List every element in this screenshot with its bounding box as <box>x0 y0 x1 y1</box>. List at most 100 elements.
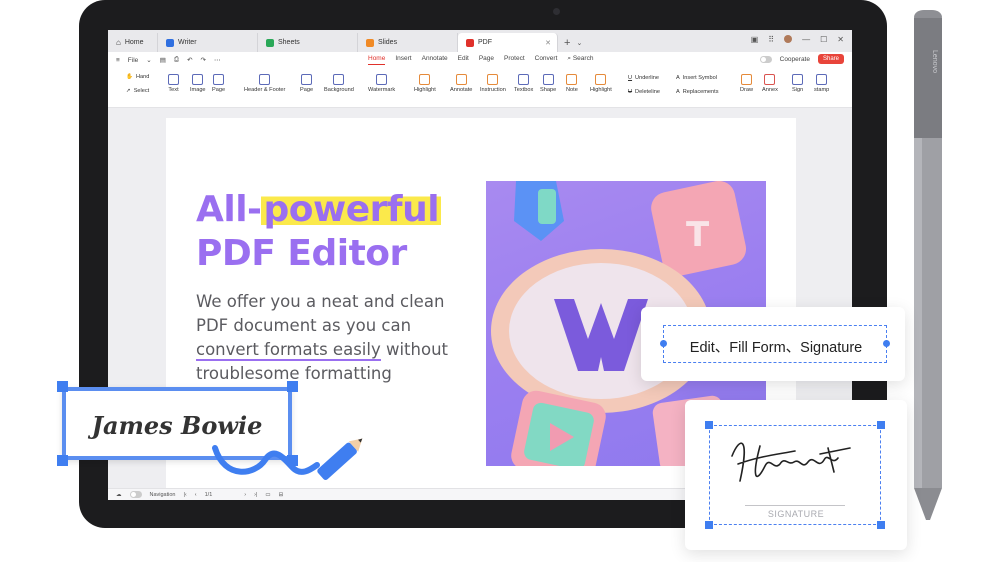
selection-handle[interactable] <box>660 340 667 347</box>
highlight-tool[interactable]: Highlight <box>414 74 436 93</box>
t-glyph-icon: T <box>686 215 710 255</box>
resize-handle[interactable] <box>57 381 68 392</box>
replacements-tool[interactable]: A Replacements <box>676 89 719 95</box>
paperclip-icon <box>764 74 776 85</box>
draw-tool[interactable]: Draw <box>740 74 753 93</box>
body-paragraph: We offer you a neat and clean PDF docume… <box>196 290 486 386</box>
signature-selection-box[interactable]: SIGNATURE <box>709 425 881 525</box>
text-icon <box>168 74 179 85</box>
undo-icon[interactable]: ↶ <box>187 56 192 64</box>
sign-tool[interactable]: Sign <box>792 74 803 93</box>
textbox-tool[interactable]: Textbox <box>514 74 533 93</box>
sign-label: Sign <box>792 87 804 93</box>
resize-handle[interactable] <box>877 421 885 429</box>
highlight-label: Highlight <box>590 87 612 93</box>
tab-pdf[interactable]: PDF ✕ <box>458 33 558 52</box>
watermark-tool[interactable]: Watermark <box>368 74 395 93</box>
resize-handle[interactable] <box>705 421 713 429</box>
menu-tab-convert[interactable]: Convert <box>535 55 558 65</box>
header-footer-label: Header & Footer <box>244 87 286 93</box>
close-window-icon[interactable]: ✕ <box>837 35 844 44</box>
signature-line <box>745 505 845 506</box>
home-icon: ⌂ <box>116 38 121 47</box>
file-menu[interactable]: File <box>128 57 138 64</box>
maximize-icon[interactable]: ☐ <box>820 35 827 44</box>
resize-handle[interactable] <box>877 521 885 529</box>
highlighted-word: powerful <box>261 189 442 230</box>
print-icon[interactable]: ⎙ <box>174 56 179 64</box>
search-button[interactable]: ⌕ Search <box>567 55 593 65</box>
image-tool[interactable]: Image <box>190 74 206 93</box>
text-tool[interactable]: Text <box>168 74 179 93</box>
page-setup-tool[interactable]: Page <box>300 74 313 93</box>
insert-symbol-tool[interactable]: A Insert Symbol <box>676 75 717 81</box>
image-label: Image <box>190 87 206 93</box>
share-button[interactable]: Share <box>817 54 844 64</box>
layout-icon[interactable]: ▣ <box>751 35 759 44</box>
underline-tool[interactable]: U Underline <box>628 75 659 81</box>
page-tool[interactable]: Page <box>212 74 225 93</box>
signature-label: SIGNATURE <box>767 509 825 519</box>
hamburger-icon[interactable]: ≡ <box>116 57 120 64</box>
headline-prefix: All- <box>196 189 262 230</box>
slides-icon <box>366 38 374 47</box>
deleteline-tool[interactable]: U Deleteline <box>628 89 660 95</box>
menu-tab-home[interactable]: Home <box>368 55 386 65</box>
menu-tab-protect[interactable]: Protect <box>504 55 525 65</box>
more-icon[interactable]: ⋯ <box>214 56 221 64</box>
highlighter-icon <box>419 74 431 85</box>
annex-tool[interactable]: Annex <box>762 74 778 93</box>
pdf-icon <box>466 38 474 47</box>
features-selection-box[interactable]: Edit、Fill Form、Signature <box>660 325 890 363</box>
annotate-tool[interactable]: Annotate <box>450 74 472 93</box>
cooperate-toggle[interactable] <box>759 55 772 63</box>
menu-tab-page[interactable]: Page <box>479 55 494 65</box>
menu-tab-edit[interactable]: Edit <box>458 55 469 65</box>
stamp-label: stamp <box>814 87 830 93</box>
annex-label: Annex <box>762 87 778 93</box>
shape-tool[interactable]: Shape <box>540 74 556 93</box>
replacements-label: Replacements <box>682 89 719 95</box>
apps-icon[interactable]: ⠿ <box>768 35 774 44</box>
instruction-tool[interactable]: Instruction <box>480 74 506 93</box>
tab-slides[interactable]: Slides <box>358 33 458 52</box>
insert-symbol-icon: A <box>676 75 680 81</box>
tab-sheets[interactable]: Sheets <box>258 33 358 52</box>
note-icon <box>566 74 578 85</box>
tab-writer[interactable]: Writer <box>158 33 258 52</box>
note-tool[interactable]: Note <box>566 74 578 93</box>
minimize-icon[interactable]: — <box>802 35 810 44</box>
squiggle-stroke <box>212 445 320 475</box>
highlight-tool-2[interactable]: Highlight <box>590 74 612 93</box>
resize-handle[interactable] <box>57 455 68 466</box>
chevron-down-icon[interactable]: ⌄ <box>576 39 582 52</box>
headline: All-powerful PDF Editor <box>196 188 442 276</box>
prev-page-icon[interactable]: ‹ <box>195 492 197 498</box>
tab-home[interactable]: ⌂ Home <box>108 33 158 52</box>
navigation-label: Navigation <box>149 491 176 498</box>
close-icon[interactable]: ✕ <box>545 39 551 47</box>
selection-handle[interactable] <box>883 340 890 347</box>
navigation-toggle[interactable] <box>129 491 142 498</box>
hand-tool[interactable]: ✋ Hand <box>126 74 149 80</box>
stamp-tool[interactable]: stamp <box>814 74 829 93</box>
resize-handle[interactable] <box>705 521 713 529</box>
tab-label: PDF <box>478 39 492 46</box>
menu-tab-annotate[interactable]: Annotate <box>422 55 448 65</box>
insert-symbol-label: Insert Symbol <box>682 75 717 81</box>
writer-icon <box>166 38 174 47</box>
add-tab-icon[interactable]: + <box>564 37 570 52</box>
resize-handle[interactable] <box>287 381 298 392</box>
menu-bar: ≡ File ⌄ ▤ ⎙ ↶ ↷ ⋯ Home Insert Annotate … <box>108 52 852 68</box>
save-icon[interactable]: ▤ <box>160 56 166 64</box>
first-page-icon[interactable]: |‹ <box>184 492 187 498</box>
body-line: PDF document as you can <box>196 316 412 335</box>
redo-icon[interactable]: ↷ <box>201 56 206 64</box>
select-tool[interactable]: ➚ Select <box>126 88 149 94</box>
underline-icon: U <box>628 75 633 81</box>
header-footer-tool[interactable]: Header & Footer <box>244 74 285 93</box>
avatar[interactable] <box>784 35 793 43</box>
menu-tab-insert[interactable]: Insert <box>395 55 411 65</box>
background-tool[interactable]: Background <box>324 74 354 93</box>
annotate-icon <box>455 74 467 85</box>
